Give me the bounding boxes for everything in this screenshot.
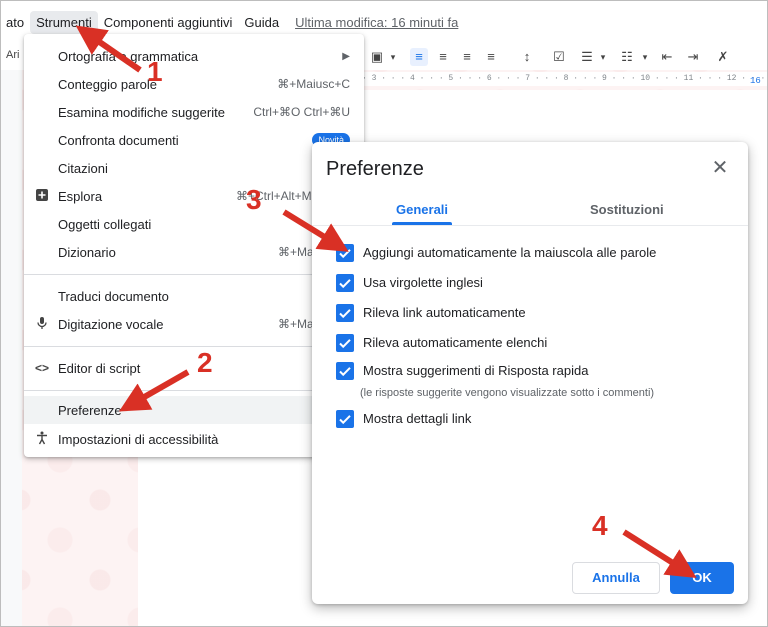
annotation-arrows [75,25,697,579]
arrow-to-ok [622,529,697,579]
arrow-to-strumenti [75,25,142,73]
arrow-to-preferenze [118,369,190,412]
arrow-to-checkbox [282,209,349,252]
